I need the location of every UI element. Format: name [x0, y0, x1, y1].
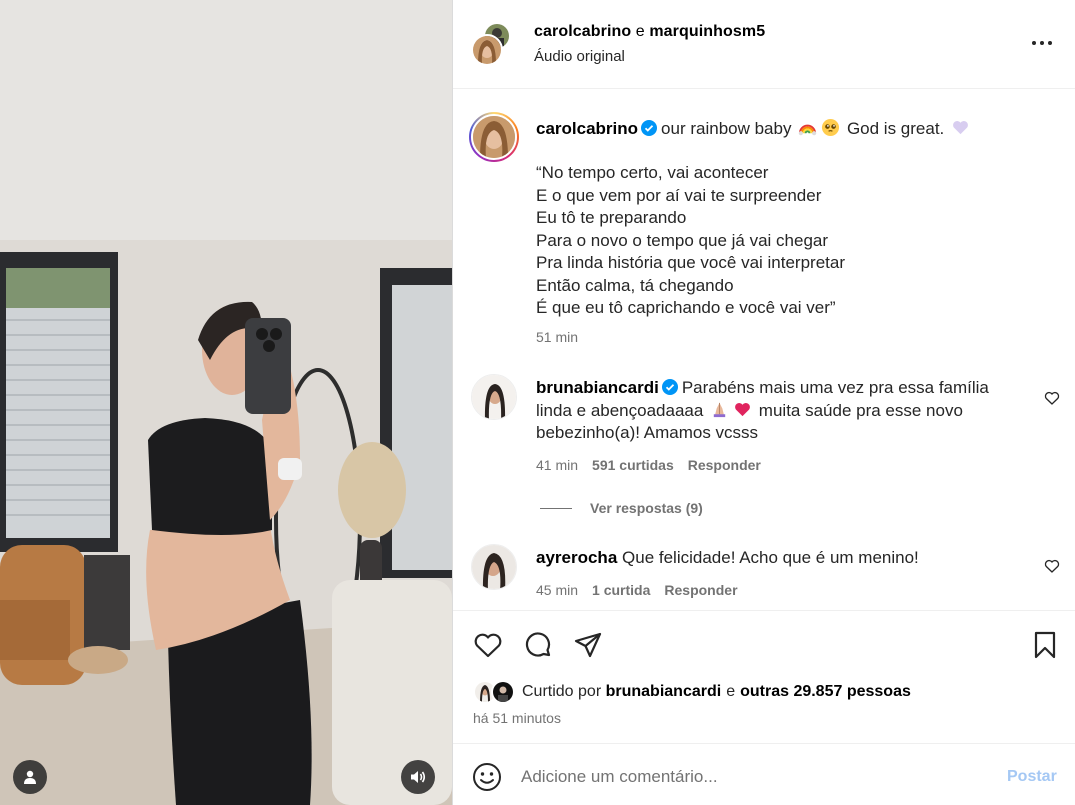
poem-line: É que eu tô caprichando e você vai ver”: [536, 298, 836, 317]
emoji-picker-icon[interactable]: [472, 762, 502, 792]
liked-by-avatars[interactable]: [473, 680, 517, 704]
more-dot: [1048, 41, 1052, 45]
light-purple-heart-emoji-icon: [953, 121, 968, 135]
add-comment-bar: Postar: [453, 743, 1075, 805]
liked-by-user[interactable]: brunabiancardi: [606, 683, 722, 701]
folded-hands-emoji-icon: [713, 402, 726, 417]
liked-by-mid: e: [726, 683, 736, 700]
comment-avatar-brunabiancardi[interactable]: [471, 374, 517, 420]
comment-text-line2b: muita saúde pra esse novo: [758, 400, 963, 420]
like-heart-icon[interactable]: [472, 629, 504, 661]
poem-line: Eu tô te preparando: [536, 208, 687, 227]
caption-username[interactable]: carolcabrino: [536, 119, 638, 138]
replies-divider: [540, 507, 572, 509]
post-media[interactable]: [0, 0, 452, 805]
poem-line: Para o novo o tempo que já vai chegar: [536, 230, 829, 250]
view-replies-button[interactable]: Ver respostas (9): [540, 500, 703, 516]
liked-by-prefix: Curtido por: [522, 683, 602, 700]
share-paper-plane-icon[interactable]: [572, 629, 604, 661]
comment-body: Que felicidade! Acho que é um menino!: [622, 548, 919, 567]
caption-timestamp[interactable]: 51 min: [536, 329, 578, 345]
post-header: carolcabrino e marquinhosm5 Áudio origin…: [453, 0, 1075, 89]
comment-text: brunabiancardi Parabéns mais uma vez pra …: [536, 377, 996, 445]
comment-text-line1: Parabéns mais uma vez pra essa família: [681, 378, 989, 397]
comments-section[interactable]: carolcabrino our rainbow baby God is grea…: [453, 90, 1075, 610]
pink-heart-emoji-icon: [735, 402, 750, 416]
post-comment-button[interactable]: Postar: [1007, 768, 1057, 786]
tagged-users-button[interactable]: [13, 760, 47, 794]
comment-timestamp[interactable]: 41 min: [536, 457, 578, 473]
comment-timestamp[interactable]: 45 min: [536, 582, 578, 598]
comment-text-line2a: linda e abençoadaaaa: [536, 400, 704, 420]
authors-separator: e: [635, 23, 645, 40]
caption-avatar[interactable]: [469, 112, 519, 162]
collab-avatars[interactable]: [471, 22, 515, 66]
like-comment-heart-icon[interactable]: [1044, 390, 1060, 406]
caption-text-end: God is great.: [846, 119, 945, 138]
comment-likes[interactable]: 1 curtida: [592, 582, 650, 598]
more-dot: [1040, 41, 1044, 45]
coauthor-username[interactable]: marquinhosm5: [649, 23, 765, 40]
post-time-ago[interactable]: há 51 minutos: [473, 710, 561, 726]
poem-line: Pra linda história que você vai interpre…: [536, 253, 845, 272]
avatar-carolcabrino[interactable]: [471, 34, 503, 66]
caption-poem: “No tempo certo, vai acontecer E o que v…: [536, 162, 845, 320]
post-actions: Curtido por brunabiancardi e outras 29.857…: [453, 610, 1075, 743]
caption-text: carolcabrino our rainbow baby God is grea…: [536, 118, 1056, 141]
post-photo: [0, 0, 452, 805]
liked-by: Curtido por brunabiancardi e outras 29.857…: [473, 679, 911, 705]
rainbow-emoji-icon: [798, 124, 817, 136]
speaker-icon: [411, 771, 426, 783]
audio-label[interactable]: Áudio original: [534, 48, 625, 65]
comment-bubble-icon[interactable]: [522, 629, 554, 661]
more-horizontal-icon: [1032, 41, 1036, 45]
user-icon: [24, 770, 36, 784]
comment-username[interactable]: ayrerocha: [536, 548, 617, 567]
comment-text: ayrerocha Que felicidade! Acho que é um …: [536, 547, 996, 570]
comment-username[interactable]: brunabiancardi: [536, 378, 659, 397]
like-comment-heart-icon[interactable]: [1044, 558, 1060, 574]
audio-toggle-button[interactable]: [401, 760, 435, 794]
reply-button[interactable]: Responder: [688, 457, 761, 473]
liked-by-others[interactable]: outras 29.857 pessoas: [740, 683, 911, 701]
poem-line: Então calma, tá chegando: [536, 275, 734, 295]
comment-text-line3: bebezinho(a)! Amamos vcsss: [536, 423, 759, 442]
comment-input[interactable]: [521, 760, 991, 794]
comment-likes[interactable]: 591 curtidas: [592, 457, 674, 473]
view-replies-label: Ver respostas (9): [590, 500, 703, 516]
poem-line: “No tempo certo, vai acontecer: [536, 163, 769, 182]
post-authors: carolcabrino e marquinhosm5: [534, 23, 765, 41]
pleading-face-emoji-icon: [822, 118, 840, 137]
verified-badge-icon: [661, 379, 678, 395]
more-options-button[interactable]: [1025, 33, 1059, 53]
post-details-panel: carolcabrino e marquinhosm5 Áudio origin…: [452, 0, 1075, 805]
liked-avatar: [491, 680, 515, 704]
caption-text-start: our rainbow baby: [661, 119, 792, 138]
comment-meta: 45 min 1 curtida Responder: [536, 582, 738, 598]
verified-badge-icon: [641, 120, 658, 136]
save-bookmark-icon[interactable]: [1029, 629, 1061, 661]
poem-line: E o que vem por aí vai te surpreender: [536, 185, 822, 205]
caption-time: 51 min: [536, 329, 578, 345]
comment-avatar-ayrerocha[interactable]: [471, 544, 517, 590]
reply-button[interactable]: Responder: [664, 582, 737, 598]
comment-meta: 41 min 591 curtidas Responder: [536, 457, 761, 473]
author-username[interactable]: carolcabrino: [534, 23, 631, 40]
